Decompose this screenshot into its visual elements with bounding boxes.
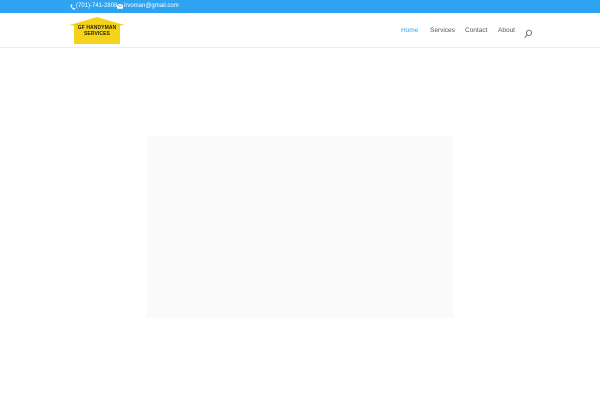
envelope-icon bbox=[117, 3, 123, 10]
hero-panel bbox=[147, 136, 453, 318]
nav-contact[interactable]: Contact bbox=[465, 26, 487, 36]
nav-about[interactable]: About bbox=[498, 26, 515, 36]
nav-home[interactable]: Home bbox=[401, 26, 418, 36]
phone-link[interactable]: (701)-741-2808 bbox=[69, 2, 117, 11]
email-address: irvoman@gmail.com bbox=[124, 3, 179, 9]
logo-text: GF HANDYMAN SERVICES bbox=[70, 25, 124, 37]
search-icon bbox=[524, 29, 533, 39]
logo-line-2: SERVICES bbox=[84, 31, 110, 37]
site-logo[interactable]: GF HANDYMAN SERVICES bbox=[70, 17, 124, 45]
email-link[interactable]: irvoman@gmail.com bbox=[117, 2, 179, 11]
phone-icon bbox=[69, 3, 75, 10]
nav-services[interactable]: Services bbox=[430, 26, 455, 36]
site-header: GF HANDYMAN SERVICES Home Services Conta… bbox=[0, 13, 600, 48]
search-button[interactable] bbox=[524, 26, 533, 39]
top-bar: (701)-741-2808 irvoman@gmail.com bbox=[0, 0, 600, 13]
phone-number: (701)-741-2808 bbox=[76, 3, 118, 9]
main-content bbox=[0, 48, 600, 400]
